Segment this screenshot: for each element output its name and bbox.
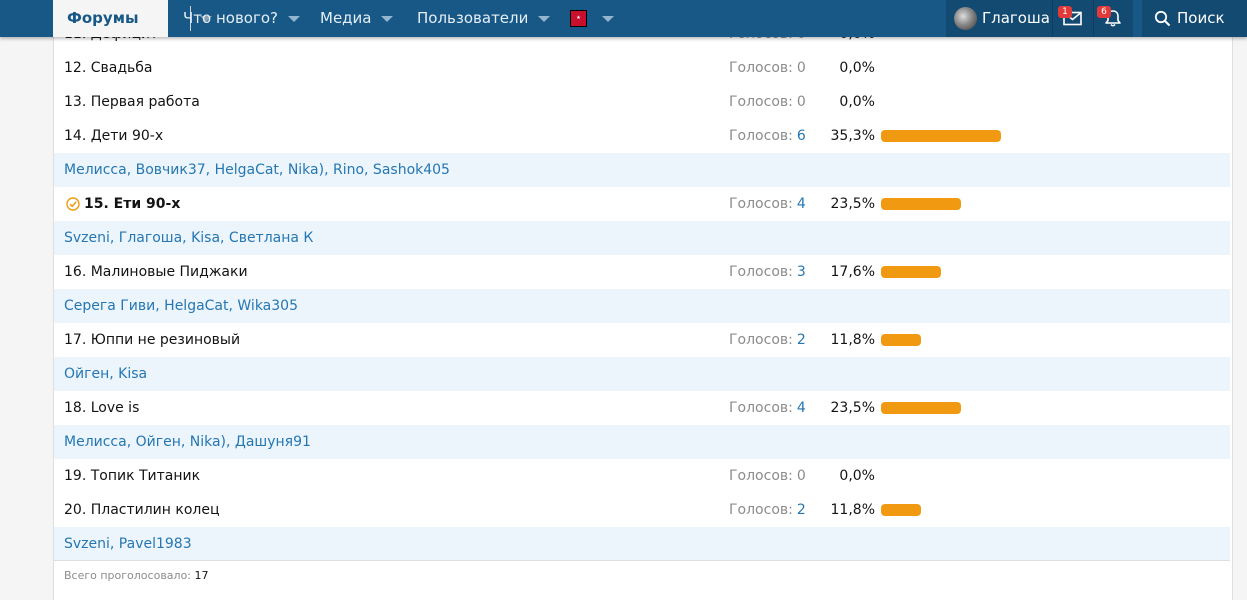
voters-row: Серега Гиви, HelgaCat, Wika305 <box>54 289 1230 323</box>
poll-option-label: 18. Love is <box>64 400 140 416</box>
tab-users[interactable]: Пользователи <box>417 0 551 37</box>
voter-names[interactable]: Svzeni, Pavel1983 <box>64 527 192 561</box>
poll-option-label: 17. Юппи не резиновый <box>64 332 241 348</box>
poll-option-votes: Голосов:0 <box>729 85 806 119</box>
chevron-down-icon[interactable] <box>538 0 551 37</box>
poll-option-votes: Голосов: 2 <box>729 493 806 527</box>
flag-icon[interactable]: ★ <box>570 10 587 27</box>
poll-option-bar <box>881 402 961 414</box>
voters-row: Ойген, Kisa <box>54 357 1230 391</box>
poll-option-votes: Голосов:0 <box>729 51 806 85</box>
avatar[interactable] <box>954 7 977 30</box>
voter-names[interactable]: Мелисса, Вовчик37, HelgaCat, Nika), Rino… <box>64 153 450 187</box>
poll-option-row: 13. Первая работа Голосов: 0 0,0% <box>54 85 1230 119</box>
poll-option-votes: Голосов: 6 <box>729 119 806 153</box>
poll-option-label: 16. Малиновые Пиджаки <box>64 264 248 280</box>
poll-total-value: 17 <box>194 569 209 582</box>
poll-option-label: 19. Топик Титаник <box>64 468 201 484</box>
votes-label: Голосов: <box>729 128 793 144</box>
inbox-count-badge: 1 <box>1058 6 1072 18</box>
votes-count[interactable]: 6 <box>797 128 806 144</box>
poll-option-percent: 17,6% <box>830 264 875 280</box>
poll-option-votes: Голосов:0 <box>729 459 806 493</box>
votes-count: 0 <box>796 60 806 76</box>
votes-count: 0 <box>796 94 806 110</box>
poll-option-bar <box>881 198 961 210</box>
tab-forums-label: Форумы <box>67 9 139 27</box>
poll-option-label: 14. Дети 90-х <box>64 128 164 144</box>
poll-option-percent: 0,0% <box>839 60 875 76</box>
poll-option-label: 13. Первая работа <box>64 94 200 110</box>
chevron-down-icon[interactable] <box>381 0 394 37</box>
votes-count[interactable]: 3 <box>797 264 806 280</box>
poll-option-row: 14. Дети 90-х Голосов: 6 35,3% <box>54 119 1230 153</box>
chevron-down-icon[interactable] <box>602 0 614 37</box>
poll-option-percent: 0,0% <box>839 94 875 110</box>
poll-option-votes: Голосов: 4 <box>729 391 806 425</box>
username[interactable]: Глагоша <box>982 0 1050 37</box>
votes-label: Голосов: <box>729 400 793 416</box>
votes-label: Голосов: <box>729 468 793 484</box>
voters-row: Svzeni, Pavel1983 <box>54 527 1230 561</box>
votes-label: Голосов: <box>729 196 793 212</box>
poll-option-votes: Голосов: 2 <box>729 323 806 357</box>
tab-whats-new-label: Что нового? <box>183 9 278 27</box>
poll-option-row: 17. Юппи не резиновый Голосов: 2 11,8% <box>54 323 1230 357</box>
tab-media-label: Медиа <box>320 9 372 27</box>
votes-label: Голосов: <box>729 60 793 76</box>
tab-media[interactable]: Медиа <box>320 0 394 37</box>
poll-option-bar <box>881 266 941 278</box>
poll-option-percent: 11,8% <box>830 502 875 518</box>
divider <box>1093 0 1094 37</box>
poll-option-row: 20. Пластилин колец Голосов: 2 11,8% <box>54 493 1230 527</box>
poll-total: Всего проголосовало: 17 <box>64 569 209 582</box>
tab-whats-new[interactable]: Что нового? <box>183 0 300 37</box>
votes-label: Голосов: <box>729 94 793 110</box>
poll-option-row: 16. Малиновые Пиджаки Голосов: 3 17,6% <box>54 255 1230 289</box>
search-label[interactable]: Поиск <box>1177 0 1225 37</box>
poll-total-label: Всего проголосовало: <box>64 569 192 582</box>
poll-option-label: 20. Пластилин колец <box>64 502 220 518</box>
top-navbar: Форумы Что нового? Медиа Пользователи ★ … <box>0 0 1247 37</box>
poll-option-percent: 23,5% <box>830 400 875 416</box>
chevron-down-icon[interactable] <box>288 0 300 37</box>
votes-count: 0 <box>796 468 806 484</box>
poll-option-label: 15. Ети 90-х <box>84 196 181 212</box>
poll-option-row: 12. Свадьба Голосов: 0 0,0% <box>54 51 1230 85</box>
poll-option-bar <box>881 334 921 346</box>
voter-names[interactable]: Мелисса, Ойген, Nika), Дашуня91 <box>64 425 311 459</box>
poll-option-label: 12. Свадьба <box>64 60 153 76</box>
votes-label: Голосов: <box>729 264 793 280</box>
selected-check-icon <box>66 197 80 211</box>
poll-option-percent: 0,0% <box>839 468 875 484</box>
voter-names[interactable]: Ойген, Kisa <box>64 357 147 391</box>
divider <box>54 560 1230 561</box>
voter-names[interactable]: Svzeni, Глагоша, Kisa, Светлана К <box>64 221 313 255</box>
poll-option-bar <box>881 130 1001 142</box>
poll-option-percent: 11,8% <box>830 332 875 348</box>
voters-row: Мелисса, Вовчик37, HelgaCat, Nika), Rino… <box>54 153 1230 187</box>
tab-forums[interactable]: Форумы <box>53 0 212 37</box>
poll-option-votes: Голосов: 3 <box>729 255 806 289</box>
voter-names[interactable]: Серега Гиви, HelgaCat, Wika305 <box>64 289 298 323</box>
poll-option-percent: 23,5% <box>830 196 875 212</box>
poll-option-row: 18. Love is Голосов: 4 23,5% <box>54 391 1230 425</box>
votes-label: Голосов: <box>729 332 793 348</box>
votes-count[interactable]: 4 <box>797 196 806 212</box>
poll-option-row: 15. Ети 90-х Голосов: 4 23,5% <box>54 187 1230 221</box>
voters-row: Svzeni, Глагоша, Kisa, Светлана К <box>54 221 1230 255</box>
poll-option-bar <box>881 504 921 516</box>
search-icon[interactable] <box>1154 10 1171 27</box>
votes-count[interactable]: 2 <box>797 332 806 348</box>
poll-option-row: 19. Топик Титаник Голосов: 0 0,0% <box>54 459 1230 493</box>
alerts-count-badge: 6 <box>1097 6 1111 18</box>
votes-label: Голосов: <box>729 502 793 518</box>
poll-option-percent: 35,3% <box>830 128 875 144</box>
votes-count[interactable]: 2 <box>797 502 806 518</box>
poll-option-votes: Голосов: 4 <box>729 187 806 221</box>
divider <box>1052 0 1053 37</box>
tab-users-label: Пользователи <box>417 9 529 27</box>
votes-count[interactable]: 4 <box>797 400 806 416</box>
voters-row: Мелисса, Ойген, Nika), Дашуня91 <box>54 425 1230 459</box>
